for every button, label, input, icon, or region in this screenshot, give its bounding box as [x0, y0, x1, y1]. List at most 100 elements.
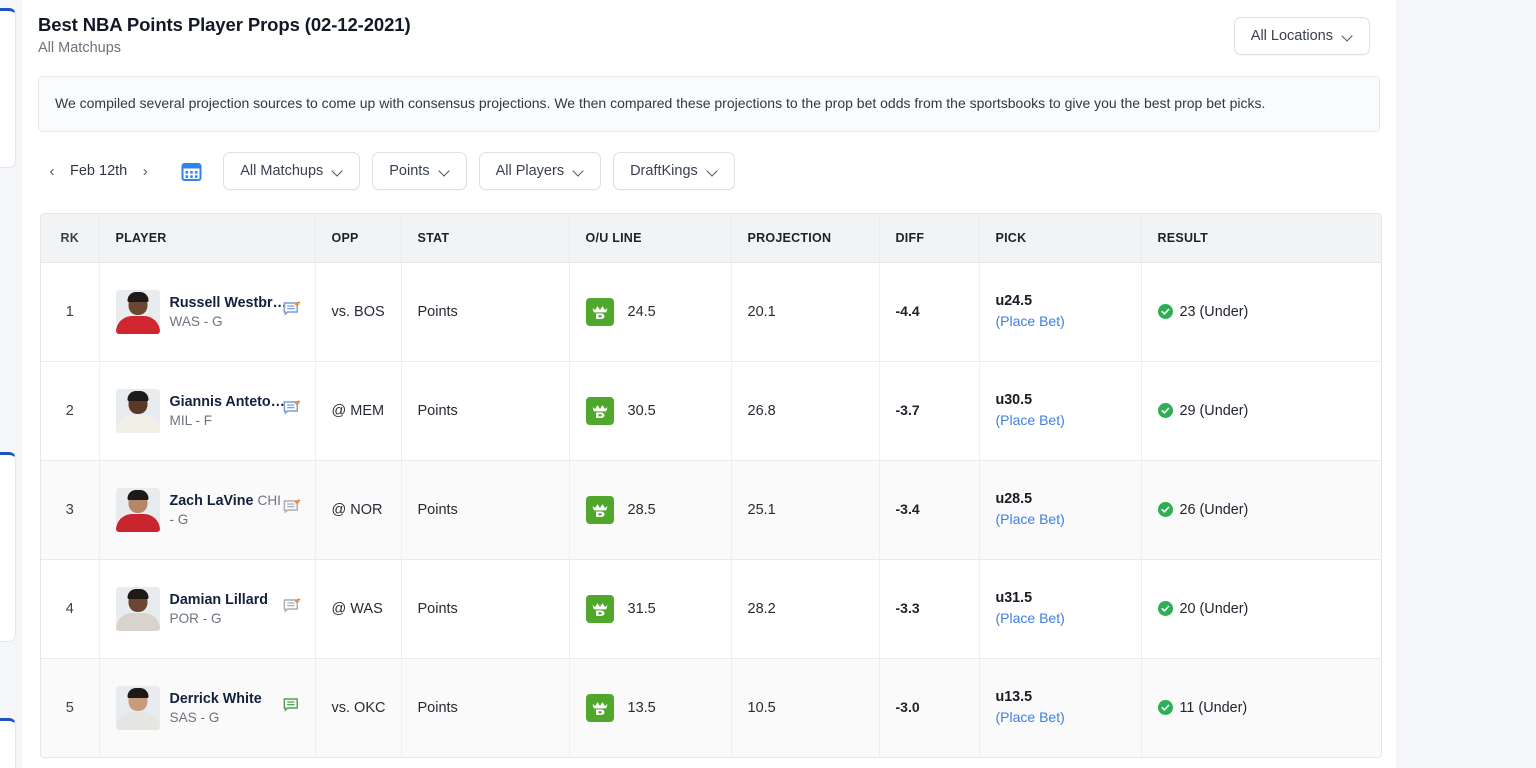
place-bet-link[interactable]: (Place Bet): [996, 709, 1065, 725]
col-header-projection[interactable]: PROJECTION: [731, 214, 880, 263]
draftkings-crown-icon: [592, 701, 607, 715]
col-header-ou-line[interactable]: O/U LINE: [569, 214, 732, 263]
table-row[interactable]: 4 Damian Lillard POR - G @ WAS Points 31…: [41, 559, 1381, 659]
player-name: Zach LaVine: [169, 493, 254, 509]
cell-rank: 4: [41, 559, 100, 659]
cell-result: 23 (Under): [1141, 262, 1381, 362]
avatar: [115, 685, 160, 730]
cell-ou-line[interactable]: 24.5: [569, 262, 732, 362]
sportsbook-filter[interactable]: DraftKings: [613, 152, 735, 191]
players-filter[interactable]: All Players: [478, 152, 602, 191]
table-row[interactable]: 2 Giannis Anteto… MIL - F @ MEM Points 3…: [41, 361, 1381, 461]
check-circle-icon: [1157, 304, 1173, 320]
pick-value: u30.5: [995, 392, 1033, 409]
cell-result: 26 (Under): [1141, 460, 1381, 560]
cell-projection: 25.1: [731, 460, 880, 560]
col-header-pick[interactable]: PICK: [979, 214, 1142, 263]
draftkings-crown-icon: [592, 404, 607, 418]
place-bet-link[interactable]: (Place Bet): [996, 313, 1065, 329]
cell-stat: Points: [401, 262, 570, 362]
check-circle-icon: [1157, 700, 1173, 716]
result-value: 23 (Under): [1179, 303, 1249, 320]
col-header-opp[interactable]: OPP: [315, 214, 402, 263]
result-value: 11 (Under): [1179, 699, 1248, 716]
cell-rank: 5: [41, 658, 100, 758]
place-bet-link[interactable]: (Place Bet): [996, 412, 1065, 428]
cell-ou-line[interactable]: 13.5: [569, 658, 732, 758]
ou-line-value: 28.5: [627, 501, 656, 518]
note-edit-icon-svg: [283, 300, 300, 316]
chevron-down-icon: [333, 166, 343, 176]
offscreen-card-middle: [0, 452, 16, 642]
ou-line-value: 31.5: [627, 600, 656, 617]
cell-stat: Points: [401, 361, 570, 461]
prev-day-button[interactable]: ‹: [40, 157, 64, 185]
cell-projection: 28.2: [731, 559, 880, 659]
col-header-player[interactable]: PLAYER: [99, 214, 316, 263]
cell-projection: 26.8: [731, 361, 880, 461]
avatar: [115, 487, 160, 532]
cell-ou-line[interactable]: 28.5: [569, 460, 732, 560]
result-value: 29 (Under): [1179, 402, 1249, 419]
page-root: Best NBA Points Player Props (02-12-2021…: [0, 0, 1536, 768]
pick-value: u31.5: [995, 590, 1033, 607]
col-header-diff[interactable]: DIFF: [879, 214, 980, 263]
cell-opponent: @ NOR: [315, 460, 402, 560]
cell-ou-line[interactable]: 30.5: [569, 361, 732, 461]
matchups-filter[interactable]: All Matchups: [223, 152, 361, 191]
note-edit-icon-svg: [283, 498, 300, 514]
note-edit-icon[interactable]: [283, 300, 301, 323]
result-value: 20 (Under): [1179, 600, 1249, 617]
next-day-button[interactable]: ›: [133, 157, 157, 185]
cell-rank: 1: [41, 262, 100, 362]
page-title: Best NBA Points Player Props (02-12-2021…: [38, 14, 411, 35]
draftkings-logo: [585, 297, 614, 326]
note-edit-icon[interactable]: [283, 399, 301, 422]
place-bet-link[interactable]: (Place Bet): [996, 511, 1065, 527]
main-content: Best NBA Points Player Props (02-12-2021…: [22, 0, 1396, 768]
cell-stat: Points: [401, 559, 570, 659]
chevron-down-icon: [708, 166, 718, 176]
cell-pick: u30.5 (Place Bet): [979, 361, 1142, 461]
cell-opponent: vs. BOS: [315, 262, 402, 362]
col-header-rk[interactable]: RK: [41, 214, 100, 263]
cell-opponent: vs. OKC: [315, 658, 402, 758]
pick-value: u24.5: [995, 293, 1033, 310]
player-team-position: POR - G: [169, 611, 222, 627]
cell-ou-line[interactable]: 31.5: [569, 559, 732, 659]
calendar-icon[interactable]: [179, 159, 203, 183]
draftkings-crown-icon: [592, 602, 607, 616]
cell-stat: Points: [401, 658, 570, 758]
ou-line-value: 30.5: [627, 402, 656, 419]
player-name: Russell Westbr…: [169, 295, 287, 311]
page-header: Best NBA Points Player Props (02-12-2021…: [22, 0, 1396, 56]
cell-opponent: @ MEM: [315, 361, 402, 461]
date-navigator: ‹ Feb 12th ›: [40, 157, 157, 185]
note-edit-icon[interactable]: [283, 597, 301, 620]
stat-filter-label: Points: [389, 163, 430, 180]
note-edit-icon-svg: [283, 597, 300, 613]
note-edit-icon[interactable]: [283, 498, 301, 521]
offscreen-card-top: [0, 8, 16, 168]
col-header-result[interactable]: RESULT: [1141, 214, 1381, 263]
place-bet-link[interactable]: (Place Bet): [996, 610, 1065, 626]
player-name: Derrick White: [169, 691, 262, 708]
cell-diff: -3.3: [879, 559, 980, 659]
stat-filter[interactable]: Points: [372, 152, 467, 191]
note-icon[interactable]: [283, 697, 301, 719]
cell-pick: u13.5 (Place Bet): [979, 658, 1142, 758]
cell-result: 20 (Under): [1141, 559, 1381, 659]
cell-pick: u24.5 (Place Bet): [979, 262, 1142, 362]
cell-pick: u28.5 (Place Bet): [979, 460, 1142, 560]
table-row[interactable]: 3 Zach LaVine CHI - G @ NOR Points 28.5 …: [41, 460, 1381, 560]
matchups-filter-label: All Matchups: [240, 163, 324, 180]
col-header-stat[interactable]: STAT: [401, 214, 570, 263]
players-filter-label: All Players: [495, 163, 565, 180]
note-icon-svg: [283, 698, 298, 712]
chevron-down-icon: [1343, 31, 1353, 41]
cell-diff: -3.7: [879, 361, 980, 461]
table-row[interactable]: 1 Russell Westbr… WAS - G vs. BOS Points…: [41, 262, 1381, 362]
table-row[interactable]: 5 Derrick White SAS - G vs. OKC Points 1…: [41, 658, 1381, 758]
locations-dropdown[interactable]: All Locations: [1233, 17, 1370, 55]
cell-projection: 10.5: [731, 658, 880, 758]
